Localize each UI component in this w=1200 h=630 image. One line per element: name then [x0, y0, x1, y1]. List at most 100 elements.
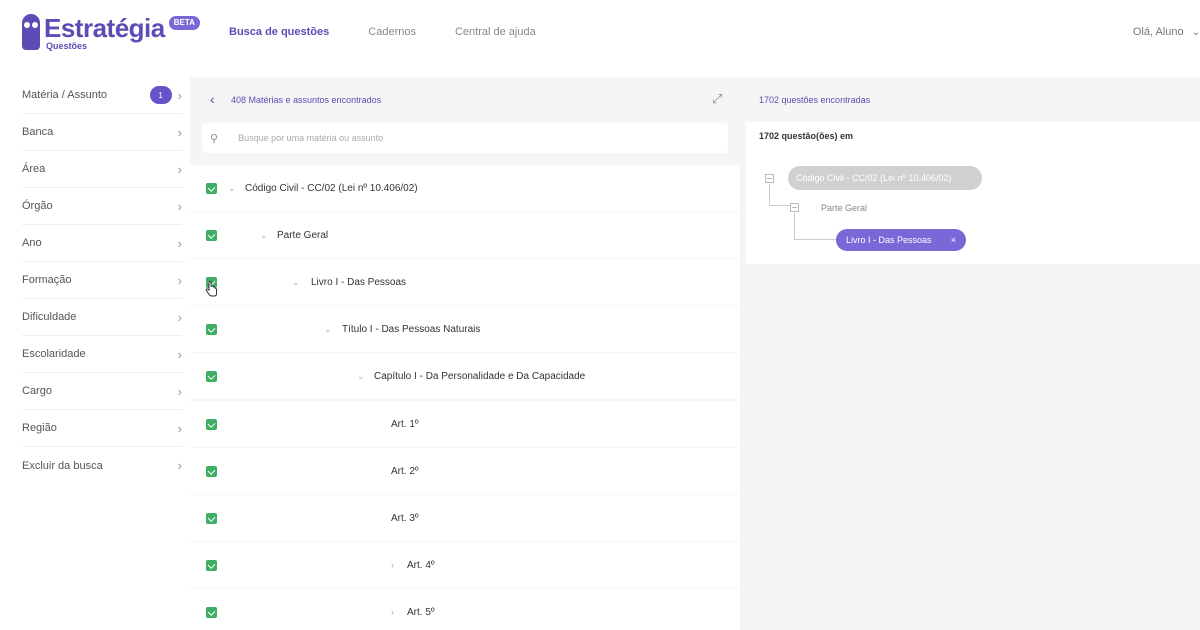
chevron-right-icon: › [177, 309, 182, 325]
filter-regiao[interactable]: Região › [22, 410, 182, 447]
filter-area[interactable]: Área › [22, 151, 182, 188]
collapse-box-icon[interactable] [765, 174, 774, 183]
subject-tree-panel: ‹ 408 Matérias e assuntos encontrados ⤢ … [190, 77, 740, 630]
search-icon: ⚲ [210, 132, 219, 145]
filter-label: Região [22, 422, 57, 434]
chevron-right-icon: › [177, 87, 182, 103]
filter-banca[interactable]: Banca › [22, 114, 182, 151]
filter-cargo[interactable]: Cargo › [22, 373, 182, 410]
owl-logo-icon [22, 14, 40, 50]
tree-label: Art. 5º [407, 606, 435, 618]
logo[interactable]: Estratégia Questões BETA [22, 14, 200, 51]
crumb-leaf-pill: Livro I - Das Pessoas × [836, 229, 966, 251]
user-menu[interactable]: Olá, Aluno ⌄ [1133, 26, 1200, 38]
caret-down-icon[interactable]: ⌄ [292, 277, 300, 288]
filter-orgao[interactable]: Órgão › [22, 188, 182, 225]
collapse-box-icon[interactable] [790, 203, 799, 212]
tree-connector [794, 213, 836, 240]
tree-label: Código Civil - CC/02 (Lei nº 10.406/02) [245, 182, 418, 194]
back-chevron-icon[interactable]: ‹ [210, 91, 215, 107]
tree-row[interactable]: ⌄ Título I - Das Pessoas Naturais [190, 306, 740, 352]
filter-label: Área [22, 163, 46, 175]
brand-name: Estratégia [44, 13, 165, 43]
caret-down-icon[interactable]: ⌄ [357, 371, 365, 382]
tree-label: Art. 1º [391, 418, 419, 430]
tree-label: Título I - Das Pessoas Naturais [342, 323, 481, 335]
checkbox-checked[interactable] [206, 323, 217, 335]
filter-label: Matéria / Assunto [22, 89, 107, 101]
filter-label: Escolaridade [22, 348, 86, 360]
subject-search: ⚲ [202, 123, 728, 153]
main-nav: Busca de questões Cadernos Central de aj… [229, 26, 575, 38]
filter-label: Órgão [22, 200, 53, 212]
chevron-right-icon: › [177, 346, 182, 362]
filter-label: Cargo [22, 385, 52, 397]
chevron-down-icon: ⌄ [1191, 26, 1200, 38]
tree-row[interactable]: ⌄ Livro I - Das Pessoas [190, 259, 740, 305]
checkbox-checked[interactable] [206, 512, 217, 524]
tree-label: Livro I - Das Pessoas [311, 276, 407, 288]
tree-row[interactable]: Art. 3º [190, 495, 740, 541]
filter-excluir-da-busca[interactable]: Excluir da busca › [22, 447, 182, 484]
filter-label: Ano [22, 237, 42, 249]
checkbox-checked[interactable] [206, 418, 217, 430]
chevron-right-icon: › [177, 272, 182, 288]
user-greeting: Olá, Aluno [1132, 26, 1184, 38]
tree-label: Capítulo I - Da Personalidade e Da Capac… [374, 370, 586, 382]
tree-row[interactable]: ⌄ Código Civil - CC/02 (Lei nº 10.406/02… [190, 165, 740, 211]
nav-cadernos[interactable]: Cadernos [368, 26, 416, 38]
selection-count-badge: 1 [149, 86, 172, 104]
chevron-right-icon: › [177, 420, 182, 436]
tree-row[interactable]: Art. 1º [190, 401, 740, 447]
caret-down-icon[interactable]: ⌄ [324, 324, 332, 335]
checkbox-checked[interactable] [206, 465, 217, 477]
results-panel: 1702 questões encontradas 1702 questão(õ… [740, 77, 1200, 630]
nav-central-de-ajuda[interactable]: Central de ajuda [455, 26, 536, 38]
subject-search-input[interactable] [238, 133, 679, 143]
crumb-mid-label: Parte Geral [821, 203, 868, 213]
tree-row[interactable]: ⌄ Capítulo I - Da Personalidade e Da Cap… [190, 353, 740, 399]
checkbox-checked[interactable] [206, 229, 217, 241]
tree-row[interactable]: › Art. 4º [190, 542, 740, 588]
subjects-count: 408 Matérias e assuntos encontrados [231, 95, 382, 105]
top-header: Estratégia Questões BETA Busca de questõ… [0, 0, 1200, 76]
chevron-right-icon: › [177, 458, 182, 473]
expand-icon[interactable]: ⤢ [712, 91, 722, 107]
chevron-right-icon: › [177, 235, 182, 251]
questions-count: 1702 questões encontradas [759, 95, 871, 105]
tree-label: Art. 3º [391, 512, 419, 524]
checkbox-checked[interactable] [206, 559, 217, 571]
filter-label: Banca [22, 126, 54, 138]
tree-row[interactable]: › Art. 5º [190, 589, 740, 630]
chevron-right-icon: › [177, 198, 182, 214]
filter-label: Formação [22, 274, 72, 286]
caret-right-icon[interactable]: › [391, 607, 394, 617]
filter-dificuldade[interactable]: Dificuldade › [22, 299, 182, 336]
filter-escolaridade[interactable]: Escolaridade › [22, 336, 182, 373]
checkbox-checked[interactable] [206, 182, 217, 194]
brand-sub: Questões [46, 41, 88, 51]
chevron-right-icon: › [177, 383, 182, 399]
chevron-right-icon: › [177, 124, 182, 140]
tree-row[interactable]: Art. 2º [190, 448, 740, 494]
tree-row[interactable]: ⌄ Parte Geral [190, 212, 740, 258]
caret-down-icon[interactable]: ⌄ [260, 230, 268, 241]
caret-right-icon[interactable]: › [391, 560, 394, 570]
filter-ano[interactable]: Ano › [22, 225, 182, 262]
nav-busca-de-questoes[interactable]: Busca de questões [229, 26, 329, 38]
remove-filter-icon[interactable]: × [951, 235, 956, 245]
beta-badge: BETA [168, 16, 200, 30]
tree-label: Art. 4º [407, 559, 435, 571]
filter-label: Dificuldade [22, 311, 77, 323]
checkbox-checked[interactable] [206, 606, 217, 618]
filter-materia-assunto[interactable]: Matéria / Assunto 1 › [22, 77, 182, 114]
chevron-right-icon: › [177, 161, 182, 177]
caret-down-icon[interactable]: ⌄ [228, 183, 236, 194]
tree-label: Art. 2º [391, 465, 419, 477]
filter-formacao[interactable]: Formação › [22, 262, 182, 299]
checkbox-checked[interactable] [206, 370, 217, 382]
filter-label: Excluir da busca [22, 459, 103, 472]
crumb-leaf-label: Livro I - Das Pessoas [846, 235, 932, 245]
tree-label: Parte Geral [277, 229, 329, 241]
filter-sidebar: Matéria / Assunto 1 › Banca › Área › Órgã… [0, 77, 190, 630]
